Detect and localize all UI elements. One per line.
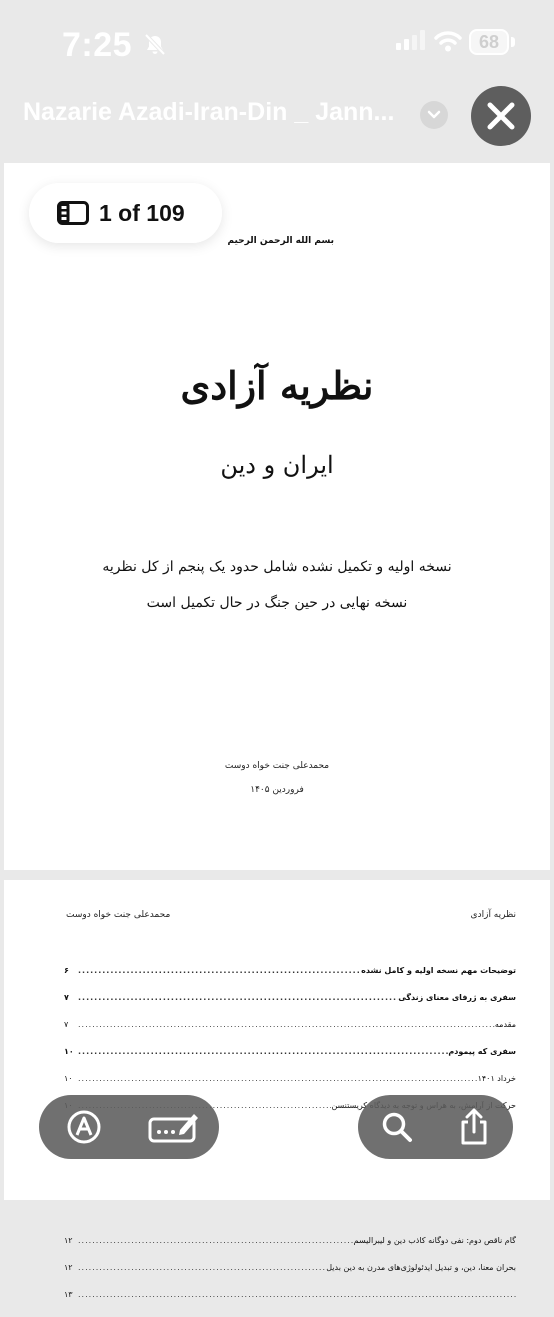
toc-row[interactable]: سفری به ژرفای معنای زندگی...............…	[64, 993, 516, 1020]
toolbar-right-group	[358, 1095, 513, 1159]
page-counter-text: 1 of 109	[99, 199, 185, 226]
page-header-author: محمدعلی جنت خواه دوست	[66, 910, 171, 920]
thumbnails-icon	[57, 201, 89, 225]
silent-bell-icon	[143, 33, 167, 60]
toc-page-number: ۱۳	[64, 1290, 73, 1299]
toc-row[interactable]: ........................................…	[64, 1290, 516, 1317]
toc-leader: ........................................…	[78, 1047, 449, 1056]
cellular-signal-icon	[396, 30, 426, 54]
close-button[interactable]	[471, 86, 531, 146]
toc-label: مقدمه	[494, 1020, 516, 1029]
pdf-page-1: بسم الله الرحمن الرحیم نظریه آزادی ایران…	[4, 163, 550, 870]
status-time: 7:25	[62, 26, 133, 64]
toc-leader: ........................................…	[78, 993, 398, 1002]
toc-row[interactable]: سفری که پیمودم..........................…	[64, 1047, 516, 1074]
status-bar: 7:25 68	[0, 0, 554, 84]
close-icon	[487, 102, 515, 130]
edition-note-1: نسخه اولیه و تکمیل نشده شامل حدود یک پنج…	[102, 559, 452, 575]
edition-note-2: نسخه نهایی در حین جنگ در حال تکمیل است	[146, 595, 408, 611]
toc-row[interactable]: توضیحات مهم نسخه اولیه و کامل نشده......…	[64, 966, 516, 993]
toc-page-number: ۱۲	[64, 1263, 73, 1272]
toc-page-number: ۱۲	[64, 1236, 73, 1245]
toc-leader: ........................................…	[78, 1074, 478, 1083]
toc-label: گام ناقص دوم: نفی دوگانه کاذب دین و لیبر…	[353, 1236, 516, 1245]
title-menu-button[interactable]	[420, 101, 448, 129]
book-subtitle: ایران و دین	[220, 451, 334, 479]
publish-date: فروردین ۱۴۰۵	[250, 785, 304, 795]
chevron-down-icon	[427, 110, 441, 119]
toc-leader: ........................................…	[78, 1236, 354, 1245]
search-icon	[382, 1112, 412, 1142]
toc-row[interactable]: بحران معنا، دین، و تبدیل ایدئولوژی‌های م…	[64, 1263, 516, 1290]
book-title: نظریه آزادی	[180, 363, 374, 408]
toc-page-number: ۷	[64, 993, 69, 1002]
bismillah-text: بسم الله الرحمن الرحیم	[227, 236, 334, 246]
search-button[interactable]	[367, 1097, 427, 1157]
page-counter-button[interactable]: 1 of 109	[29, 183, 222, 243]
toc-row[interactable]	[64, 1155, 516, 1182]
toc-leader: ........................................…	[78, 1020, 495, 1029]
share-button[interactable]	[444, 1097, 504, 1157]
author-name: محمدعلی جنت خواه دوست	[224, 761, 330, 771]
toc-page-number: ۱۰	[64, 1074, 73, 1083]
toc-label: سفری به ژرفای معنای زندگی	[398, 993, 516, 1002]
toc-leader: ........................................…	[78, 966, 361, 975]
toc-page-number: ۶	[64, 966, 69, 975]
toc-leader: ........................................…	[78, 1263, 327, 1272]
toc-label: خرداد ۱۴۰۱	[477, 1074, 516, 1083]
toc-label: بحران معنا، دین، و تبدیل ایدئولوژی‌های م…	[326, 1263, 516, 1272]
toc-page-number: ۷	[64, 1020, 69, 1029]
document-title[interactable]: Nazarie Azadi-Iran-Din _ Jann...	[23, 98, 413, 127]
page-header-title: نظریه آزادی	[470, 910, 516, 920]
toc-page-number: ۱۰	[64, 1047, 74, 1056]
toc-label: سفری که پیمودم	[448, 1047, 516, 1056]
toc-label: توضیحات مهم نسخه اولیه و کامل نشده	[361, 966, 516, 975]
battery-indicator: 68	[469, 29, 509, 55]
edit-text-icon	[148, 1114, 198, 1143]
toc-row[interactable]	[64, 1209, 516, 1236]
edit-text-button[interactable]	[144, 1097, 204, 1157]
battery-cap	[511, 37, 515, 47]
toc-leader: ........................................…	[78, 1290, 516, 1299]
toc-row[interactable]: مقدمه...................................…	[64, 1020, 516, 1047]
toolbar-left-group	[39, 1095, 219, 1159]
markup-button[interactable]	[54, 1097, 114, 1157]
share-icon	[461, 1108, 487, 1145]
markup-icon	[67, 1110, 101, 1144]
wifi-icon	[434, 30, 462, 56]
toc-row[interactable]: گام ناقص دوم: نفی دوگانه کاذب دین و لیبر…	[64, 1236, 516, 1263]
toc-row[interactable]	[64, 1182, 516, 1209]
